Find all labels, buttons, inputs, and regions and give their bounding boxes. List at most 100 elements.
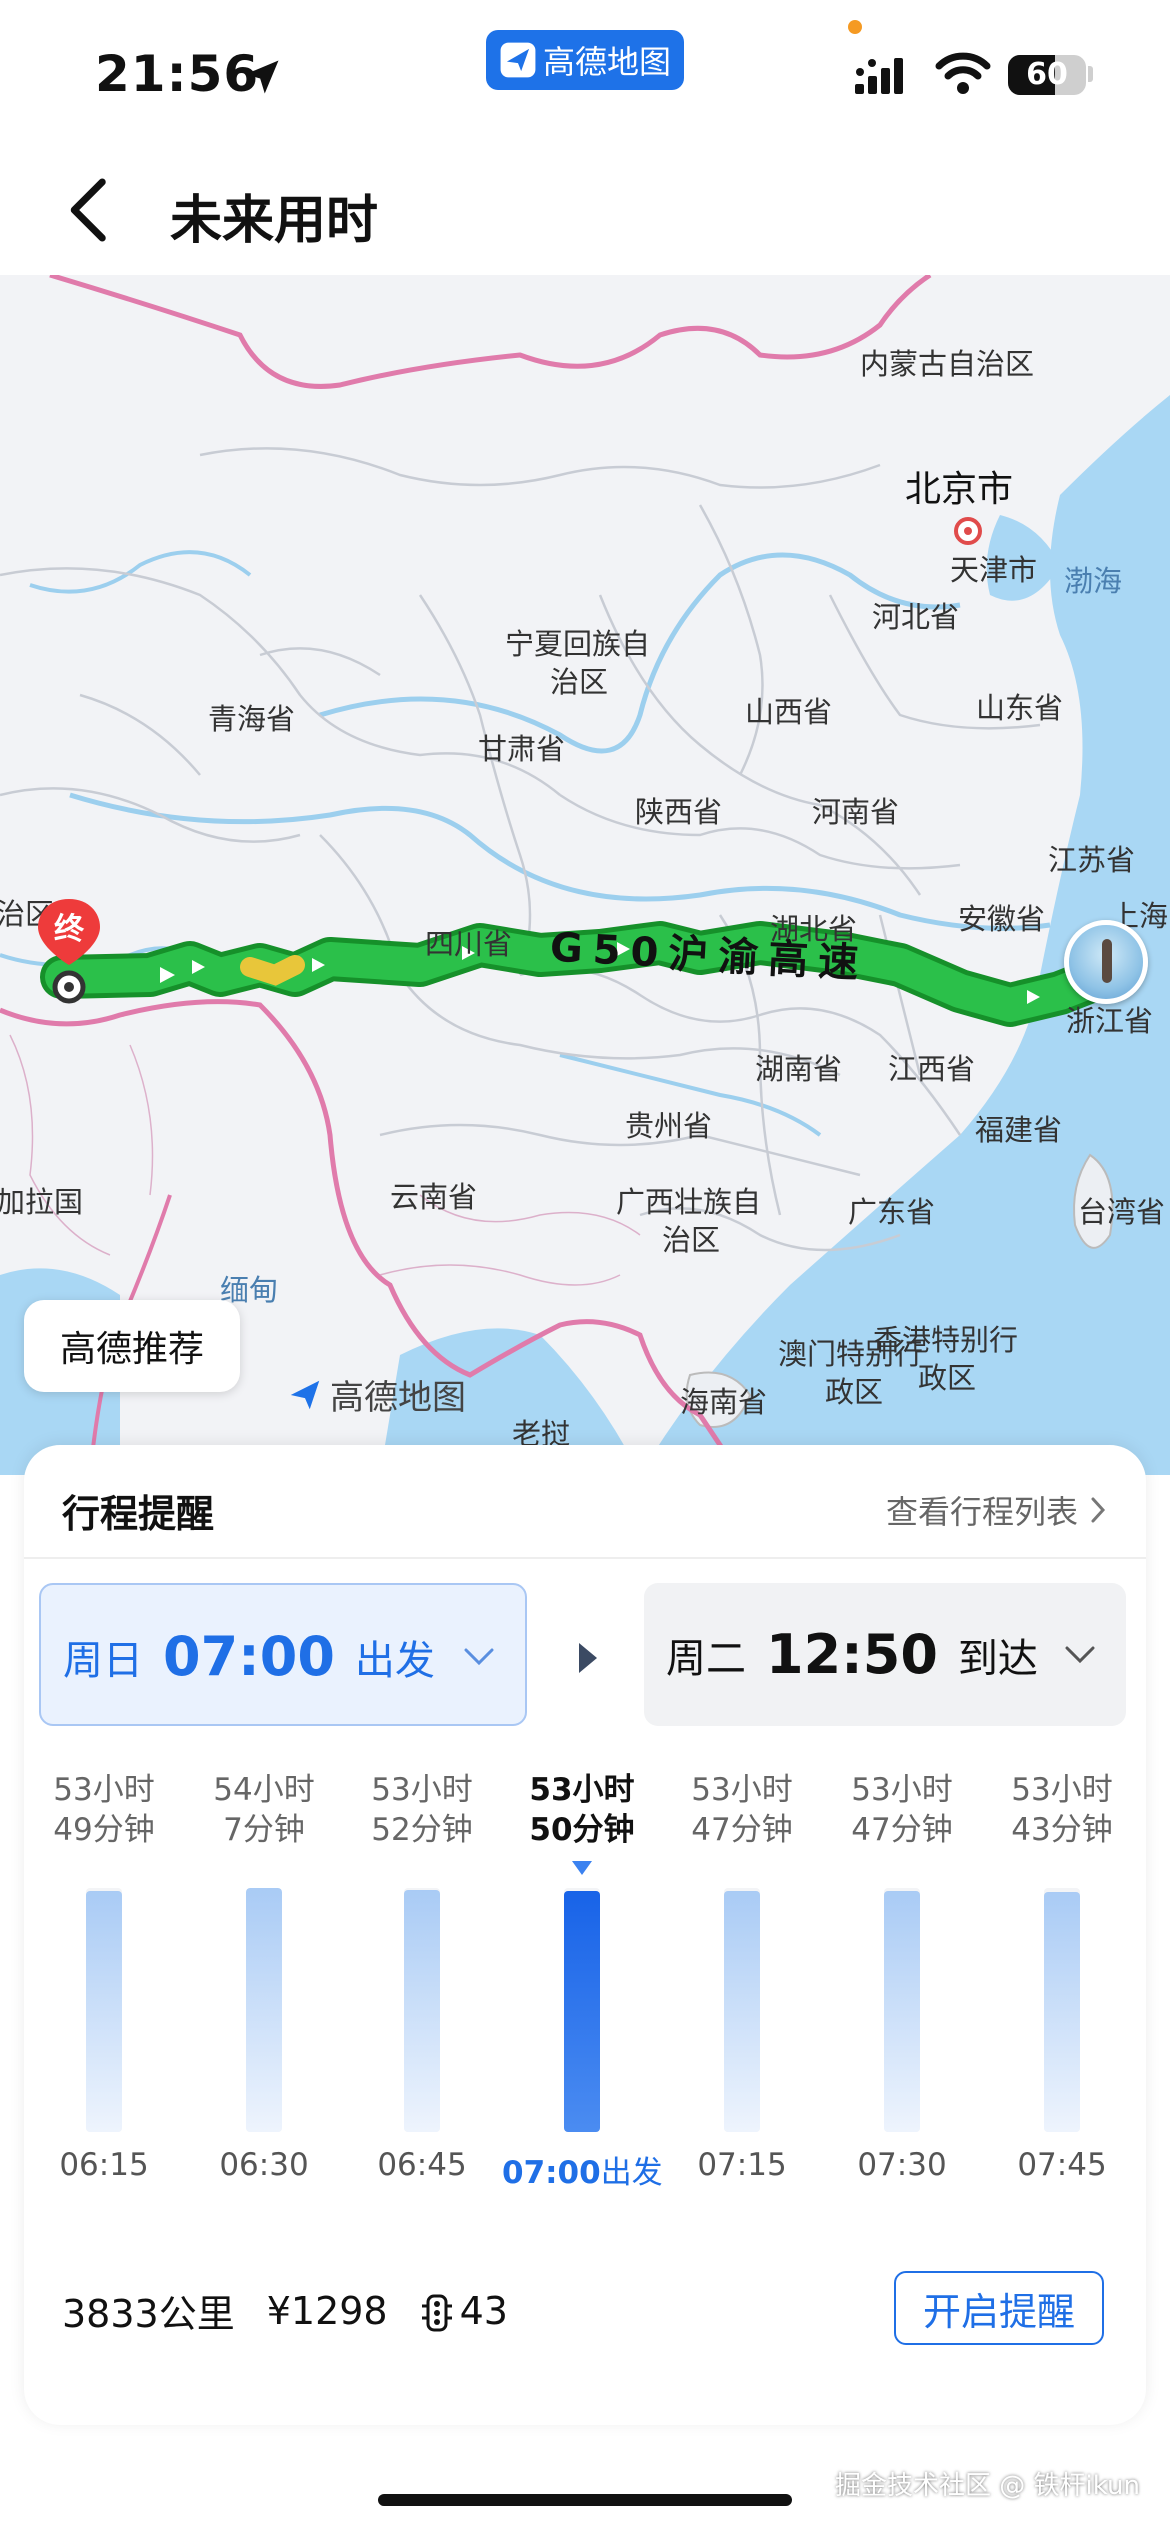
slot-duration-hours: 53小时 (371, 1772, 473, 1808)
slot-bar (1044, 1892, 1080, 2132)
back-chevron-icon[interactable] (60, 175, 120, 245)
slot-duration-minutes: 47分钟 (851, 1812, 953, 1848)
place-label: 宁夏回族自 (505, 627, 651, 661)
amap-logo-icon (290, 1380, 320, 1409)
chevron-right-icon (1091, 1497, 1106, 1523)
departure-day: 周日 (63, 1637, 143, 1684)
enable-reminder-button[interactable]: 开启提醒 (894, 2271, 1104, 2345)
departure-time-selector[interactable]: 周日 07:00 出发 (39, 1583, 527, 1726)
status-bar: 21:56 高德地图 60 (0, 0, 1170, 140)
destination-marker-icon[interactable]: 终 (34, 895, 104, 1005)
trip-toll: ¥1298 (266, 2288, 388, 2333)
place-label: 河北省 (872, 600, 960, 634)
map-watermark-text: 高德地图 (330, 1378, 466, 1418)
place-label: 四川省 (425, 927, 513, 961)
amap-app-pill[interactable]: 高德地图 (486, 30, 684, 90)
wifi-icon (935, 52, 991, 94)
place-label: 青海省 (208, 702, 296, 736)
route-map[interactable]: 内蒙古自治区 北京市 天津市 渤海 河北省 宁夏回族自 治区 山西省 山东省 青… (0, 275, 1170, 1475)
place-label: 治区 (662, 1223, 721, 1257)
place-label: 山东省 (976, 691, 1064, 725)
place-label: 贵州省 (625, 1109, 713, 1143)
place-label: 台湾省 (1078, 1195, 1166, 1229)
status-time: 21:56 (95, 45, 260, 103)
place-label: 云南省 (390, 1180, 478, 1214)
slot-time[interactable]: 07:30 (822, 2147, 982, 2183)
slot-time[interactable]: 06:15 (24, 2147, 184, 2183)
place-label: 福建省 (975, 1113, 1063, 1147)
slot-time[interactable]: 07:15 (662, 2147, 822, 2183)
slot-duration-minutes: 49分钟 (53, 1812, 155, 1848)
slot-duration[interactable]: 53小时 43分钟 (982, 1770, 1142, 1850)
slot-bar-track[interactable] (724, 1888, 760, 2132)
arrival-time-selector[interactable]: 周二 12:50 到达 (644, 1583, 1126, 1726)
trip-list-link[interactable]: 查看行程列表 (886, 1487, 1106, 1533)
battery-level-text: 60 (1026, 57, 1068, 92)
page-title: 未来用时 (170, 191, 379, 251)
slot-duration[interactable]: 53小时 50分钟 (502, 1770, 662, 1850)
slot-duration-minutes: 47分钟 (691, 1812, 793, 1848)
selected-slot-pointer-icon (572, 1861, 592, 1875)
place-label: 加拉国 (0, 1185, 84, 1219)
map-base (0, 275, 1170, 1475)
place-label: 江西省 (888, 1052, 976, 1086)
slot-time[interactable]: 07:00出发 (502, 2147, 663, 2192)
trip-list-link-label: 查看行程列表 (885, 1493, 1078, 1531)
slot-duration[interactable]: 54小时 7分钟 (184, 1770, 344, 1850)
slot-duration-hours: 53小时 (691, 1772, 793, 1808)
place-label: 江苏省 (1048, 843, 1136, 877)
slot-bar-track[interactable] (564, 1888, 600, 2132)
battery-cap (1088, 66, 1093, 82)
slot-duration-hours: 53小时 (529, 1772, 635, 1808)
slot-duration[interactable]: 53小时 49分钟 (24, 1770, 184, 1850)
source-watermark: 掘金技术社区 @ 铁杆ikun (835, 2471, 1140, 2501)
slot-duration-hours: 53小时 (53, 1772, 155, 1808)
place-label: 陕西省 (635, 795, 723, 829)
nav-header: 未来用时 (0, 140, 1170, 275)
slot-bar-track[interactable] (246, 1888, 282, 2132)
destination-marker-text: 终 (54, 912, 85, 947)
trip-distance: 3833公里 (62, 2292, 235, 2336)
arrival-time: 12:50 (766, 1623, 938, 1686)
place-label: 河南省 (812, 795, 900, 829)
slot-bar (564, 1891, 600, 2132)
slot-bar (884, 1891, 920, 2132)
slot-duration-hours: 53小时 (1011, 1772, 1113, 1808)
place-label: 山西省 (745, 695, 833, 729)
slot-time-suffix: 出发 (600, 2155, 663, 2191)
slot-time[interactable]: 07:45 (982, 2147, 1142, 2183)
slot-duration-minutes: 50分钟 (529, 1812, 635, 1848)
slot-bar (86, 1891, 122, 2132)
battery-indicator: 60 (1008, 55, 1086, 95)
slot-duration[interactable]: 53小时 52分钟 (342, 1770, 502, 1850)
slot-duration-minutes: 52分钟 (371, 1812, 473, 1848)
slot-time[interactable]: 06:45 (342, 2147, 502, 2183)
amap-pill-label: 高德地图 (542, 43, 671, 81)
place-label: 浙江省 (1066, 1004, 1154, 1038)
slot-bar-track[interactable] (86, 1888, 122, 2132)
recommend-route-button[interactable]: 高德推荐 (24, 1300, 240, 1392)
place-label: 海南省 (680, 1385, 768, 1419)
home-indicator[interactable] (378, 2494, 792, 2506)
slot-duration-minutes: 7分钟 (223, 1812, 305, 1848)
slot-duration[interactable]: 53小时 47分钟 (662, 1770, 822, 1850)
slot-duration[interactable]: 53小时 47分钟 (822, 1770, 982, 1850)
place-label-capital: 北京市 (905, 469, 1014, 510)
slot-time[interactable]: 06:30 (184, 2147, 344, 2183)
trip-lights-count: 43 (459, 2288, 508, 2333)
origin-avatar-marker[interactable] (1064, 920, 1148, 1004)
place-label: 广东省 (848, 1195, 936, 1229)
chevron-down-icon (1065, 1646, 1095, 1664)
cellular-signal-icon (855, 58, 903, 94)
privacy-indicator-dot (848, 20, 862, 34)
place-label: 湖南省 (755, 1052, 843, 1086)
departure-time: 07:00 (163, 1625, 335, 1688)
arrival-day: 周二 (666, 1635, 746, 1682)
trip-lights: 43 (420, 2289, 508, 2333)
slot-duration-minutes: 43分钟 (1011, 1812, 1113, 1848)
slot-bar-track[interactable] (404, 1888, 440, 2132)
traffic-light-icon (421, 2294, 452, 2332)
trip-summary: 3833公里 ¥1298 43 (62, 2283, 508, 2338)
slot-bar-track[interactable] (1044, 1888, 1080, 2132)
slot-bar-track[interactable] (884, 1888, 920, 2132)
